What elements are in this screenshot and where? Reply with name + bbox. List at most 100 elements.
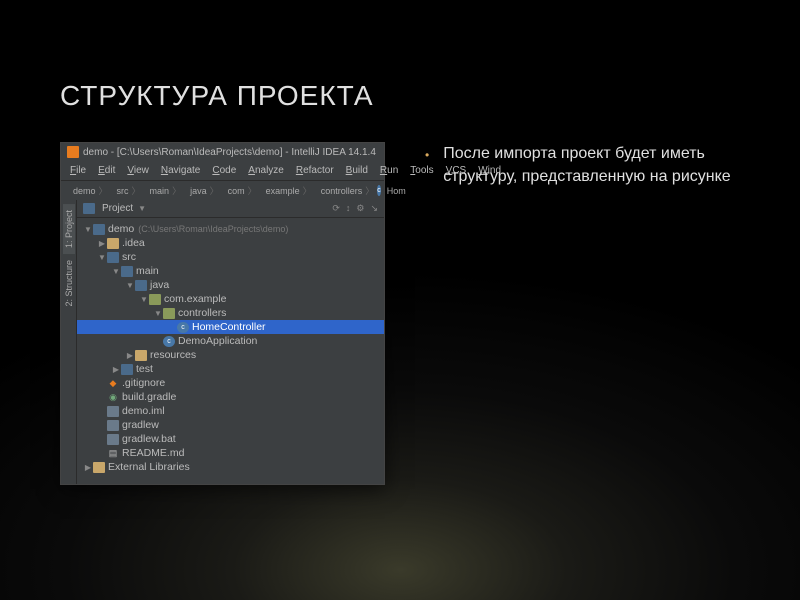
panel-header-left[interactable]: Project [83, 203, 147, 214]
folder-icon [121, 266, 133, 277]
folder-y-icon [135, 350, 147, 361]
tree-label: build.gradle [122, 391, 176, 403]
breadcrumb-item[interactable]: demo [73, 186, 96, 196]
chevron-down-icon [83, 225, 93, 234]
tree-row[interactable]: ◆.gitignore [77, 376, 384, 390]
ide-screenshot: demo - [C:\Users\Roman\IdeaProjects\demo… [60, 142, 385, 485]
project-panel: Project ⟳ ↕ ⚙ ↘ demo (C:\Users\Roman\IdeaPro… [77, 200, 384, 484]
bullet-area: • После импорта проект будет иметь струк… [425, 142, 740, 188]
breadcrumb-tail[interactable]: Hom [387, 186, 406, 196]
tree-label: demo.iml [122, 405, 165, 417]
slide-title: СТРУКТУРА ПРОЕКТА [60, 80, 740, 112]
tree-row[interactable]: cDemoApplication [77, 334, 384, 348]
tree-row[interactable]: External Libraries [77, 460, 384, 474]
tree-hint: (C:\Users\Roman\IdeaProjects\demo) [138, 224, 288, 234]
breadcrumb-item[interactable]: com [228, 186, 245, 196]
class-icon: c [163, 336, 175, 347]
chevron-right-icon: 〉 [99, 184, 108, 197]
menubar: FileEditViewNavigateCodeAnalyzeRefactorB… [61, 161, 384, 180]
tree-label: External Libraries [108, 461, 190, 473]
tree-label: README.md [122, 447, 184, 459]
chevron-down-icon [139, 295, 149, 304]
tree-row[interactable]: ◉build.gradle [77, 390, 384, 404]
sidebar-tabs: 1: Project2: Structure [61, 200, 77, 484]
chevron-down-icon [153, 309, 163, 318]
breadcrumb-item[interactable]: example [266, 186, 300, 196]
lib-icon [93, 462, 105, 473]
menu-code[interactable]: Code [207, 163, 241, 178]
tree-label: .gitignore [122, 377, 165, 389]
panel-icon[interactable]: ⟳ [332, 203, 340, 214]
tree-label: HomeController [192, 321, 266, 333]
breadcrumb-item[interactable]: java [190, 186, 207, 196]
tree-row[interactable]: gradlew [77, 418, 384, 432]
sidebar-tab[interactable]: 1: Project [63, 204, 75, 254]
chevron-right-icon [83, 463, 93, 472]
slide-root: СТРУКТУРА ПРОЕКТА demo - [C:\Users\Roman… [0, 0, 800, 600]
menu-edit[interactable]: Edit [93, 163, 120, 178]
tree-label: com.example [164, 293, 226, 305]
panel-icon[interactable]: ⚙ [356, 203, 364, 214]
pkg-icon [149, 294, 161, 305]
project-tree: demo (C:\Users\Roman\IdeaProjects\demo) .i… [77, 218, 384, 484]
tree-row[interactable]: test [77, 362, 384, 376]
sidebar-tab[interactable]: 2: Structure [63, 254, 75, 313]
menu-build[interactable]: Build [341, 163, 373, 178]
menu-view[interactable]: View [122, 163, 154, 178]
menu-run[interactable]: Run [375, 163, 403, 178]
tree-label: main [136, 265, 159, 277]
tree-row[interactable]: src [77, 250, 384, 264]
panel-icon[interactable]: ↕ [346, 203, 351, 214]
folder-icon [107, 252, 119, 263]
bullet-item: • После импорта проект будет иметь струк… [425, 142, 740, 188]
menu-file[interactable]: File [65, 163, 91, 178]
ide-titlebar: demo - [C:\Users\Roman\IdeaProjects\demo… [61, 143, 384, 161]
tree-row[interactable]: demo.iml [77, 404, 384, 418]
tree-row[interactable]: main [77, 264, 384, 278]
tree-label: java [150, 279, 169, 291]
tree-label: resources [150, 349, 196, 361]
ide-body: 1: Project2: Structure Project ⟳ ↕ ⚙ ↘ demo… [61, 200, 384, 484]
panel-icon[interactable]: ↘ [370, 203, 378, 214]
chevron-down-icon [111, 267, 121, 276]
tree-label: controllers [178, 307, 226, 319]
md-icon: ▤ [107, 448, 119, 459]
bullet-icon: • [425, 147, 429, 188]
tree-row[interactable]: java [77, 278, 384, 292]
chevron-right-icon: 〉 [210, 184, 219, 197]
menu-analyze[interactable]: Analyze [243, 163, 289, 178]
panel-header: Project ⟳ ↕ ⚙ ↘ [77, 200, 384, 218]
folder-y-icon [107, 238, 119, 249]
tree-label: src [122, 251, 136, 263]
menu-refactor[interactable]: Refactor [291, 163, 339, 178]
file-icon [107, 406, 119, 417]
pkg-icon [163, 308, 175, 319]
chevron-right-icon [97, 239, 107, 248]
slide-content: demo - [C:\Users\Roman\IdeaProjects\demo… [60, 142, 740, 485]
chevron-right-icon: 〉 [132, 184, 141, 197]
tree-row[interactable]: controllers [77, 306, 384, 320]
folder-icon [93, 224, 105, 235]
tree-label: demo [108, 223, 134, 235]
breadcrumb-item[interactable]: src [117, 186, 129, 196]
tree-row[interactable]: demo (C:\Users\Roman\IdeaProjects\demo) [77, 222, 384, 236]
tree-label: gradlew [122, 419, 159, 431]
breadcrumb-item[interactable]: main [150, 186, 170, 196]
menu-navigate[interactable]: Navigate [156, 163, 205, 178]
tree-row[interactable]: .idea [77, 236, 384, 250]
tree-row[interactable]: ▤README.md [77, 446, 384, 460]
breadcrumb-item[interactable]: controllers [321, 186, 363, 196]
tree-row[interactable]: cHomeController [77, 320, 384, 334]
folder-icon [121, 364, 133, 375]
intellij-icon [67, 146, 79, 158]
folder-icon [135, 280, 147, 291]
tree-row[interactable]: gradlew.bat [77, 432, 384, 446]
chevron-down-icon [125, 281, 135, 290]
tree-row[interactable]: resources [77, 348, 384, 362]
tree-label: gradlew.bat [122, 433, 176, 445]
bullet-text: После импорта проект будет иметь структу… [443, 142, 740, 188]
tree-row[interactable]: com.example [77, 292, 384, 306]
ide-title-text: demo - [C:\Users\Roman\IdeaProjects\demo… [83, 147, 376, 158]
file-icon [107, 420, 119, 431]
panel-toolbar: ⟳ ↕ ⚙ ↘ [332, 203, 378, 214]
